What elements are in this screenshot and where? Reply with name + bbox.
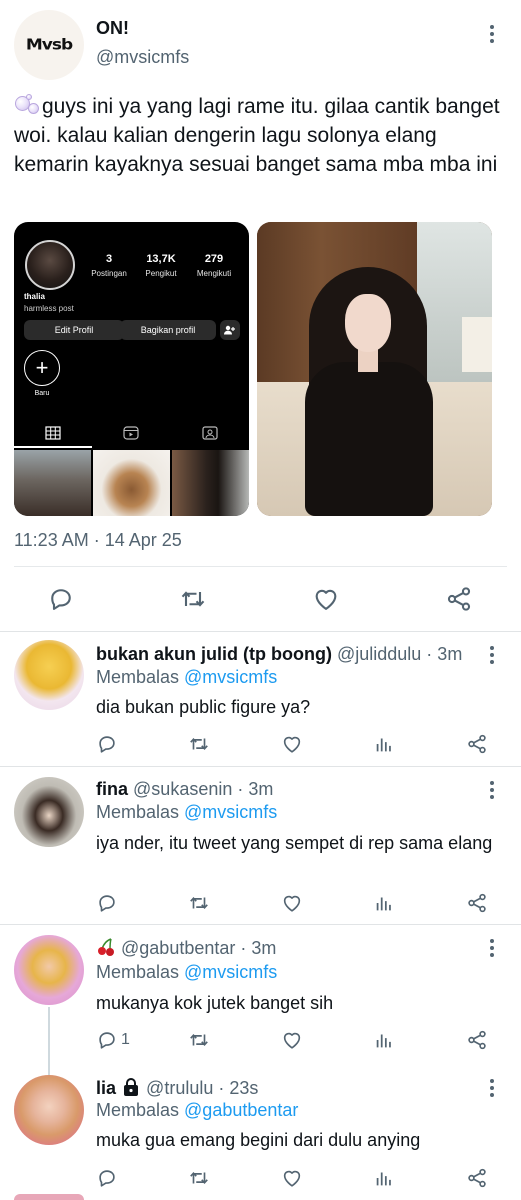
- reply-count: 1: [121, 1031, 130, 1048]
- more-options-icon[interactable]: [489, 1079, 495, 1100]
- edit-profile-button: Edit Profil: [24, 320, 124, 340]
- next-reply-avatar-partial: [14, 1194, 84, 1200]
- tweet-text: guys ini ya yang lagi rame itu. gilaa ca…: [14, 92, 504, 179]
- grid-tab-icon: [45, 426, 61, 440]
- reply-author-name[interactable]: bukan akun julid (tp boong): [96, 644, 332, 664]
- reels-tab-icon: [123, 426, 139, 440]
- replying-to-label: Membalas: [96, 802, 185, 822]
- tweet-timestamp[interactable]: 11:23 AM · 14 Apr 25: [14, 530, 182, 551]
- share-icon[interactable]: [466, 891, 488, 915]
- like-icon[interactable]: [281, 1028, 303, 1052]
- replying-to-label: Membalas: [96, 962, 185, 982]
- like-icon[interactable]: [281, 732, 303, 756]
- more-options-icon[interactable]: [489, 25, 495, 46]
- more-options-icon[interactable]: [489, 781, 495, 802]
- author-handle[interactable]: @mvsicmfs: [96, 47, 189, 68]
- reply-icon[interactable]: 1: [96, 1028, 130, 1052]
- reply-icon[interactable]: [47, 585, 75, 613]
- reply-tweet[interactable]: bukan akun julid (tp boong) @juliddulu ·…: [0, 632, 521, 766]
- views-icon[interactable]: [373, 1166, 395, 1190]
- retweet-icon[interactable]: [188, 1166, 210, 1190]
- replying-to-label: Membalas: [96, 1100, 185, 1120]
- profile-avatar: [25, 240, 75, 290]
- reply-avatar[interactable]: [14, 935, 84, 1005]
- reply-icon[interactable]: [96, 891, 121, 915]
- reply-tweet[interactable]: @gabutbentar · 3m Membalas @mvsicmfs muk…: [0, 925, 521, 1079]
- new-highlight-plus-icon: +: [24, 350, 60, 386]
- retweet-icon[interactable]: [179, 585, 207, 613]
- profile-bio: harmless post: [24, 304, 74, 313]
- replying-to-handle[interactable]: @gabutbentar: [184, 1100, 298, 1120]
- replying-to-handle[interactable]: @mvsicmfs: [184, 802, 277, 822]
- profile-name: thalia: [24, 292, 45, 301]
- post-thumbnail-portrait: [172, 450, 249, 516]
- reply-icon[interactable]: [96, 1166, 121, 1190]
- like-icon[interactable]: [312, 585, 340, 613]
- more-options-icon[interactable]: [489, 646, 495, 667]
- retweet-icon[interactable]: [188, 732, 210, 756]
- post-thumbnail-cake: [93, 450, 170, 516]
- reply-author-name[interactable]: fina: [96, 779, 128, 799]
- reply-avatar[interactable]: [14, 1075, 84, 1145]
- reply-avatar[interactable]: [14, 777, 84, 847]
- reply-tweet[interactable]: fina @sukasenin · 3m Membalas @mvsicmfs …: [0, 767, 521, 924]
- reply-text: mukanya kok jutek banget sih: [96, 993, 334, 1013]
- author-avatar[interactable]: Mvsb: [14, 10, 84, 80]
- stat-followers: 13,7K Pengikut: [145, 253, 177, 278]
- replying-to-label: Membalas: [96, 667, 185, 687]
- stat-following: 279 Mengikuti: [196, 253, 232, 278]
- views-icon[interactable]: [373, 1028, 395, 1052]
- reply-author-handle[interactable]: @sukasenin · 3m: [133, 779, 273, 799]
- cherry-emoji-icon: [96, 937, 116, 957]
- retweet-icon[interactable]: [188, 1028, 210, 1052]
- reply-text: muka gua emang begini dari dulu anying: [96, 1130, 421, 1150]
- add-person-icon: [220, 320, 240, 340]
- reply-author-name[interactable]: lia: [96, 1078, 116, 1098]
- tweet-body: guys ini ya yang lagi rame itu. gilaa ca…: [14, 95, 500, 176]
- media-image-profile-screenshot[interactable]: 3 Postingan 13,7K Pengikut 279 Mengikuti…: [14, 222, 249, 516]
- post-thumbnail-street: [14, 450, 91, 516]
- author-name[interactable]: ON!: [96, 18, 129, 39]
- reply-tweet[interactable]: lia @trululu · 23s Membalas @gabutbentar…: [0, 1067, 521, 1200]
- share-profile-button: Bagikan profil: [120, 320, 216, 340]
- lock-icon: [121, 1077, 141, 1097]
- reply-author-handle[interactable]: @gabutbentar · 3m: [121, 938, 276, 958]
- reply-text: iya nder, itu tweet yang sempet di rep s…: [96, 833, 493, 853]
- bubbles-emoji-icon: [14, 94, 40, 116]
- reply-author-handle[interactable]: @juliddulu · 3m: [337, 644, 462, 664]
- new-highlight-label: Baru: [34, 390, 50, 397]
- more-options-icon[interactable]: [489, 939, 495, 960]
- share-icon[interactable]: [466, 1166, 488, 1190]
- reply-text: dia bukan public figure ya?: [96, 697, 311, 717]
- views-icon[interactable]: [373, 891, 395, 915]
- reply-icon[interactable]: [96, 732, 121, 756]
- share-icon[interactable]: [445, 585, 473, 613]
- replying-to-handle[interactable]: @mvsicmfs: [184, 667, 277, 687]
- tagged-tab-icon: [202, 426, 218, 440]
- reply-author-handle[interactable]: @trululu · 23s: [146, 1078, 258, 1098]
- views-icon[interactable]: [373, 732, 395, 756]
- avatar-logo-text: Mvsb: [25, 36, 73, 54]
- separator: [14, 566, 507, 567]
- active-tab-indicator: [14, 446, 92, 448]
- like-icon[interactable]: [281, 1166, 303, 1190]
- share-icon[interactable]: [466, 732, 488, 756]
- like-icon[interactable]: [281, 891, 303, 915]
- retweet-icon[interactable]: [188, 891, 210, 915]
- reply-avatar[interactable]: [14, 640, 84, 710]
- stat-posts: 3 Postingan: [91, 253, 127, 278]
- share-icon[interactable]: [466, 1028, 488, 1052]
- media-image-portrait-photo[interactable]: [257, 222, 492, 516]
- replying-to-handle[interactable]: @mvsicmfs: [184, 962, 277, 982]
